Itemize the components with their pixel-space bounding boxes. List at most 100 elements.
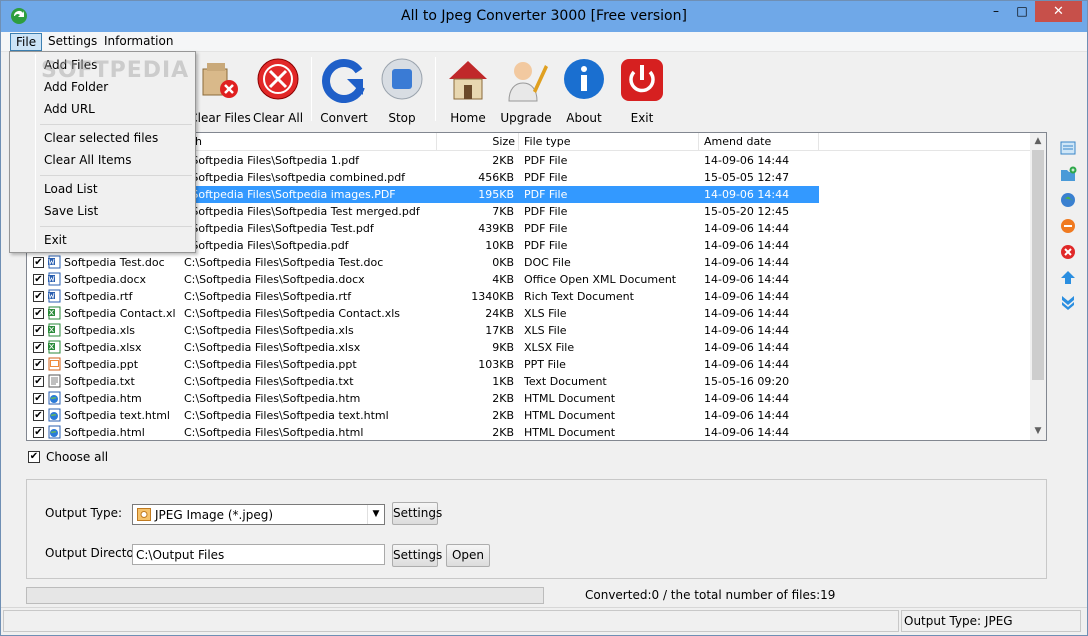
menu-item-exit[interactable]: Exit <box>44 230 67 250</box>
table-row[interactable]: ✔ Softpedia Test.doc C:\Softpedia Files\So… <box>27 254 1031 271</box>
cell-amend-date: 14-09-06 14:44 <box>704 154 790 167</box>
ppt-icon <box>48 357 61 371</box>
menu-item-clear-all[interactable]: Clear All Items <box>44 150 131 170</box>
menu-item-clear-selected[interactable]: Clear selected files <box>44 128 158 148</box>
table-row[interactable]: ✔ Softpedia.html C:\Softpedia Files\Softpe… <box>27 424 1031 440</box>
app-window: All to Jpeg Converter 3000 [Free version… <box>0 0 1088 636</box>
scroll-thumb[interactable] <box>1032 150 1044 380</box>
table-row[interactable]: ✔ Softpedia text.html C:\Softpedia Files\S… <box>27 407 1031 424</box>
cell-file-type: Text Document <box>524 375 607 388</box>
list-view-icon[interactable] <box>1059 139 1077 157</box>
cell-file-type: PPT File <box>524 358 566 371</box>
cell-name: Softpedia.docx <box>64 273 147 286</box>
menu-item-save-list[interactable]: Save List <box>44 201 98 221</box>
row-checkbox[interactable]: ✔ <box>33 342 44 353</box>
table-row[interactable]: ✔ Softpedia.xlsx C:\Softpedia Files\Softpe… <box>27 339 1031 356</box>
table-row[interactable]: ✔ Softpedia.rtf C:\Softpedia Files\Softped… <box>27 288 1031 305</box>
maximize-button[interactable]: □ <box>1009 1 1035 22</box>
globe-icon[interactable] <box>1059 191 1077 209</box>
row-checkbox[interactable]: ✔ <box>33 427 44 438</box>
status-panel <box>3 610 899 632</box>
menu-item-load-list[interactable]: Load List <box>44 179 98 199</box>
close-button[interactable]: ✕ <box>1035 1 1082 22</box>
cell-path: C:\Softpedia Files\Softpedia.rtf <box>184 290 352 303</box>
move-up-icon[interactable] <box>1059 269 1077 287</box>
row-checkbox[interactable]: ✔ <box>33 291 44 302</box>
cell-name: Softpedia.htm <box>64 392 142 405</box>
cell-path: C:\Softpedia Files\Softpedia.xls <box>184 324 354 337</box>
excel-icon <box>48 340 61 354</box>
column-file-type[interactable]: File type <box>519 133 699 151</box>
cell-name: Softpedia.ppt <box>64 358 139 371</box>
cell-file-type: Office Open XML Document <box>524 273 677 286</box>
menu-file[interactable]: File <box>10 33 43 51</box>
menu-information[interactable]: Information <box>99 33 178 51</box>
cell-amend-date: 14-09-06 14:44 <box>704 409 790 422</box>
output-directory-field[interactable] <box>132 544 385 565</box>
scroll-down-button[interactable]: ▼ <box>1030 423 1046 439</box>
cell-amend-date: 14-09-06 14:44 <box>704 188 790 201</box>
row-checkbox[interactable]: ✔ <box>33 410 44 421</box>
open-button[interactable]: Open <box>446 544 490 567</box>
remove-icon[interactable] <box>1059 217 1077 235</box>
stop-button[interactable]: Stop <box>373 57 431 125</box>
cell-size: 2KB <box>492 426 514 439</box>
output-type-select[interactable]: JPEG Image (*.jpeg) ▼ <box>132 504 385 525</box>
status-output-type: Output Type: JPEG <box>901 610 1081 632</box>
output-directory-input[interactable] <box>133 545 384 564</box>
clear-all-icon <box>257 58 299 100</box>
row-checkbox[interactable]: ✔ <box>33 325 44 336</box>
exit-label: Exit <box>630 111 654 125</box>
delete-icon[interactable] <box>1059 243 1077 261</box>
column-path[interactable]: ath <box>179 133 437 151</box>
cell-path: C:\Softpedia Files\Softpedia.txt <box>184 375 354 388</box>
cell-path: :\Softpedia Files\Softpedia.pdf <box>184 239 349 252</box>
output-directory-settings-button[interactable]: Settings <box>392 544 442 567</box>
cell-file-type: PDF File <box>524 171 568 184</box>
row-checkbox[interactable]: ✔ <box>33 274 44 285</box>
power-icon <box>621 59 663 101</box>
column-size[interactable]: Size <box>437 133 519 151</box>
table-row[interactable]: ✔ Softpedia.docx C:\Softpedia Files\Softpe… <box>27 271 1031 288</box>
minimize-button[interactable]: – <box>983 1 1009 22</box>
add-folder-icon[interactable] <box>1059 165 1077 183</box>
table-row[interactable]: ✔ Softpedia.ppt C:\Softpedia Files\Softped… <box>27 356 1031 373</box>
table-row[interactable]: ✔ Softpedia.txt C:\Softpedia Files\Softped… <box>27 373 1031 390</box>
exit-button[interactable]: Exit <box>613 57 671 125</box>
row-checkbox[interactable]: ✔ <box>33 393 44 404</box>
row-checkbox[interactable]: ✔ <box>33 257 44 268</box>
menu-item-add-url[interactable]: Add URL <box>44 99 95 119</box>
clear-all-button[interactable]: Clear All <box>249 57 307 125</box>
excel-icon <box>48 323 61 337</box>
row-checkbox[interactable]: ✔ <box>33 359 44 370</box>
menu-separator <box>40 175 192 176</box>
txt-icon <box>48 374 61 388</box>
cell-amend-date: 14-09-06 14:44 <box>704 358 790 371</box>
excel-icon <box>48 306 61 320</box>
converted-count: Converted:0 / the total number of files:… <box>585 588 836 602</box>
row-checkbox[interactable]: ✔ <box>33 376 44 387</box>
move-down-icon[interactable] <box>1059 293 1077 311</box>
cell-size: 456KB <box>478 171 514 184</box>
scroll-up-button[interactable]: ▲ <box>1030 133 1046 149</box>
row-checkbox[interactable]: ✔ <box>33 308 44 319</box>
cell-file-type: PDF File <box>524 188 568 201</box>
cell-path: :\Softpedia Files\Softpedia Test.pdf <box>184 222 374 235</box>
table-row[interactable]: ✔ Softpedia Contact.xls C:\Softpedia Files… <box>27 305 1031 322</box>
cell-path: C:\Softpedia Files\Softpedia.htm <box>184 392 361 405</box>
window-title: All to Jpeg Converter 3000 [Free version… <box>401 8 687 24</box>
cell-name: Softpedia.html <box>64 426 145 439</box>
chevron-down-icon[interactable]: ▼ <box>367 505 384 524</box>
cell-path: C:\Softpedia Files\Softpedia Contact.xls <box>184 307 400 320</box>
menu-settings[interactable]: Settings <box>43 33 102 51</box>
table-row[interactable]: ✔ Softpedia.xls C:\Softpedia Files\Softped… <box>27 322 1031 339</box>
cell-amend-date: 14-09-06 14:44 <box>704 256 790 269</box>
output-type-settings-button[interactable]: Settings <box>392 502 442 525</box>
cell-file-type: HTML Document <box>524 426 616 439</box>
choose-all-check[interactable]: ✔ <box>28 451 40 463</box>
word-icon <box>48 255 61 269</box>
column-amend-date[interactable]: Amend date <box>699 133 819 151</box>
vertical-scrollbar[interactable]: ▲ ▼ <box>1030 133 1046 440</box>
table-row[interactable]: ✔ Softpedia.htm C:\Softpedia Files\Softped… <box>27 390 1031 407</box>
convert-icon <box>322 59 365 103</box>
